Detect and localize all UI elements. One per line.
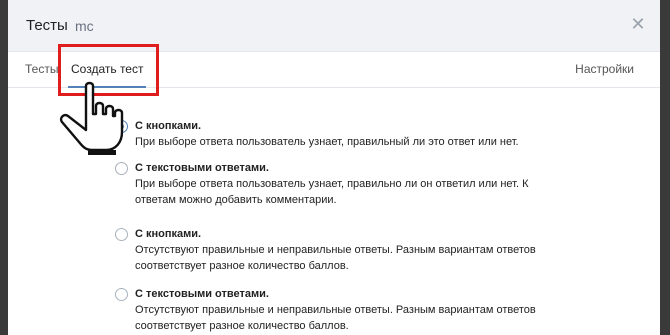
close-icon[interactable]: ✕: [630, 15, 646, 33]
radio-button[interactable]: [115, 288, 128, 301]
option-title: С текстовыми ответами.: [135, 162, 269, 174]
option-description: Отсутствуют правильные и неправильные от…: [135, 244, 536, 272]
tab-settings[interactable]: Настройки: [575, 62, 634, 76]
option-description: Отсутствуют правильные и неправильные от…: [135, 304, 536, 332]
modal-subtitle: mc: [75, 18, 94, 34]
tab-tests[interactable]: Тесты: [25, 62, 58, 76]
option-description: При выборе ответа пользователь узнает, п…: [135, 136, 519, 148]
backdrop-right: [660, 0, 670, 335]
modal-title: Тесты: [26, 17, 68, 34]
option-title: С кнопками.: [135, 228, 202, 240]
tests-modal: Тесты mc ✕ Тесты Создать тест Настройки …: [8, 0, 660, 335]
option-title: С текстовыми ответами.: [135, 288, 269, 300]
option-description: При выборе ответа пользователь узнает, п…: [135, 178, 529, 206]
hand-pointer-icon: [59, 81, 124, 155]
option-title: С кнопками.: [135, 120, 202, 132]
radio-button[interactable]: [115, 228, 128, 241]
radio-button[interactable]: [115, 162, 128, 175]
backdrop-left: [0, 0, 8, 335]
